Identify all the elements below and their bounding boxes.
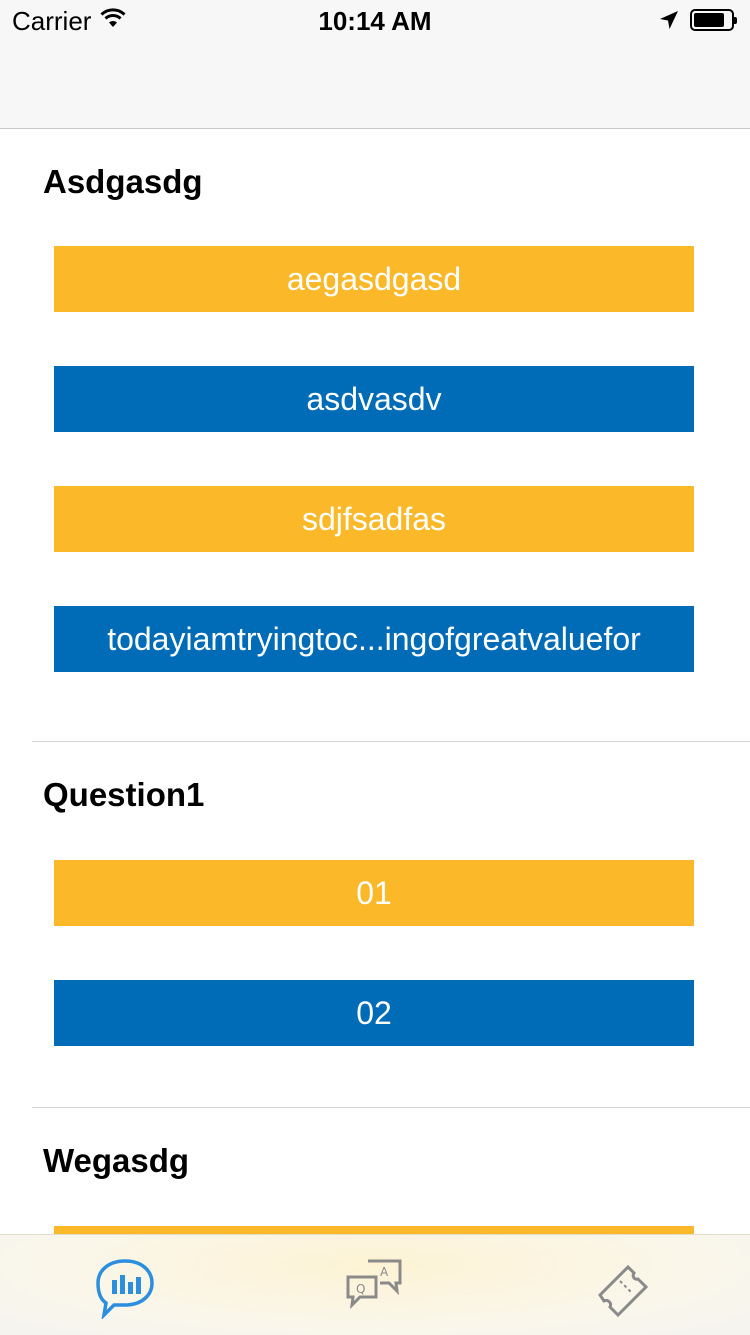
svg-text:Q: Q — [356, 1282, 365, 1296]
section-divider — [32, 1107, 750, 1108]
answer-option-button[interactable]: todayiamtryingtoc...ingofgreatvaluefor — [54, 606, 694, 672]
location-arrow-icon — [660, 11, 678, 29]
answer-option-button[interactable] — [54, 1226, 694, 1234]
answer-option-button[interactable]: aegasdgasd — [54, 246, 694, 312]
question-answer-bubbles-icon[interactable]: Q A — [340, 1253, 410, 1319]
answer-option-button[interactable]: 01 — [54, 860, 694, 926]
answer-option-button[interactable]: asdvasdv — [54, 366, 694, 432]
question-title: Wegasdg — [43, 1142, 190, 1179]
status-time: 10:14 AM — [318, 6, 432, 36]
question-title: Question1 — [43, 776, 205, 813]
tab-bar: Q A — [0, 1234, 750, 1335]
svg-text:A: A — [380, 1265, 389, 1279]
section-divider — [32, 741, 750, 742]
ticket-icon[interactable] — [590, 1253, 660, 1319]
poll-list[interactable]: Asdgasdg aegasdgasd asdvasdv sdjfsadfas … — [0, 129, 750, 1234]
battery-icon — [690, 9, 737, 31]
status-bar: Carrier 10:14 AM — [0, 0, 750, 129]
answer-option-button[interactable]: sdjfsadfas — [54, 486, 694, 552]
question-title: Asdgasdg — [43, 163, 203, 200]
chat-bar-chart-icon[interactable] — [90, 1253, 160, 1319]
answer-option-button[interactable]: 02 — [54, 980, 694, 1046]
